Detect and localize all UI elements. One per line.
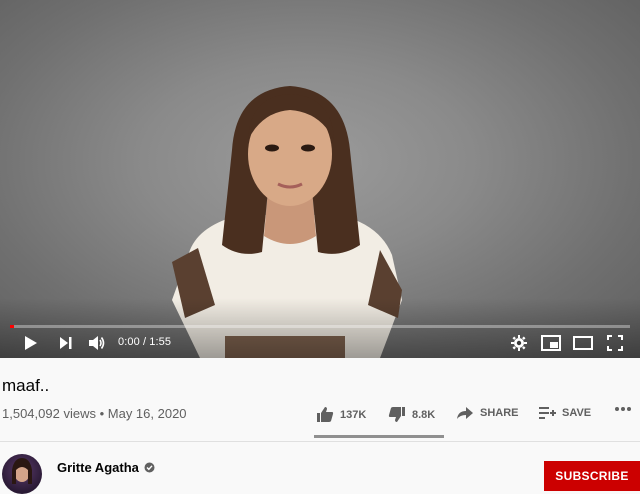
progress-bar[interactable] — [10, 325, 630, 328]
fullscreen-icon — [607, 335, 623, 351]
dislike-button[interactable]: 8.8K — [388, 406, 435, 423]
video-player[interactable]: 0:00 / 1:55 — [0, 0, 640, 358]
like-button[interactable]: 137K — [316, 406, 366, 423]
settings-icon — [511, 335, 527, 351]
miniplayer-button[interactable] — [540, 333, 562, 353]
sentiment-like-portion — [314, 435, 436, 438]
like-count: 137K — [340, 408, 367, 421]
share-button[interactable]: SHARE — [456, 406, 519, 420]
sentiment-bar — [314, 435, 444, 438]
progress-played — [10, 325, 14, 328]
share-icon — [457, 407, 473, 419]
channel-name[interactable]: Gritte Agatha — [57, 460, 139, 475]
play-button[interactable] — [20, 333, 42, 353]
channel-info[interactable]: Gritte Agatha — [57, 460, 155, 475]
mute-button[interactable] — [86, 333, 108, 353]
next-button[interactable] — [56, 333, 76, 353]
more-actions-button[interactable] — [614, 406, 632, 412]
dislike-icon — [388, 407, 405, 422]
volume-icon — [89, 336, 105, 350]
verified-icon — [144, 462, 155, 473]
save-button[interactable]: SAVE — [538, 406, 591, 420]
fullscreen-button[interactable] — [604, 333, 626, 353]
play-icon — [25, 336, 37, 350]
dislike-count: 8.8K — [412, 408, 436, 421]
settings-button[interactable] — [508, 333, 530, 353]
save-playlist-icon — [539, 407, 556, 419]
more-icon — [615, 407, 631, 411]
share-label: SHARE — [480, 407, 519, 419]
video-title: maaf.. — [2, 376, 50, 395]
theater-icon — [573, 336, 593, 350]
section-divider — [0, 441, 640, 442]
avatar-image — [12, 458, 32, 484]
subscribe-button[interactable]: SUBSCRIBE — [544, 461, 640, 491]
channel-avatar[interactable] — [2, 454, 42, 494]
theater-mode-button[interactable] — [572, 333, 594, 353]
like-icon — [317, 407, 334, 422]
miniplayer-icon — [541, 335, 561, 351]
next-icon — [60, 337, 72, 349]
save-label: SAVE — [562, 407, 592, 419]
action-bar: 137K 8.8K SHARE SAVE — [0, 406, 640, 426]
time-display: 0:00 / 1:55 — [118, 336, 172, 348]
